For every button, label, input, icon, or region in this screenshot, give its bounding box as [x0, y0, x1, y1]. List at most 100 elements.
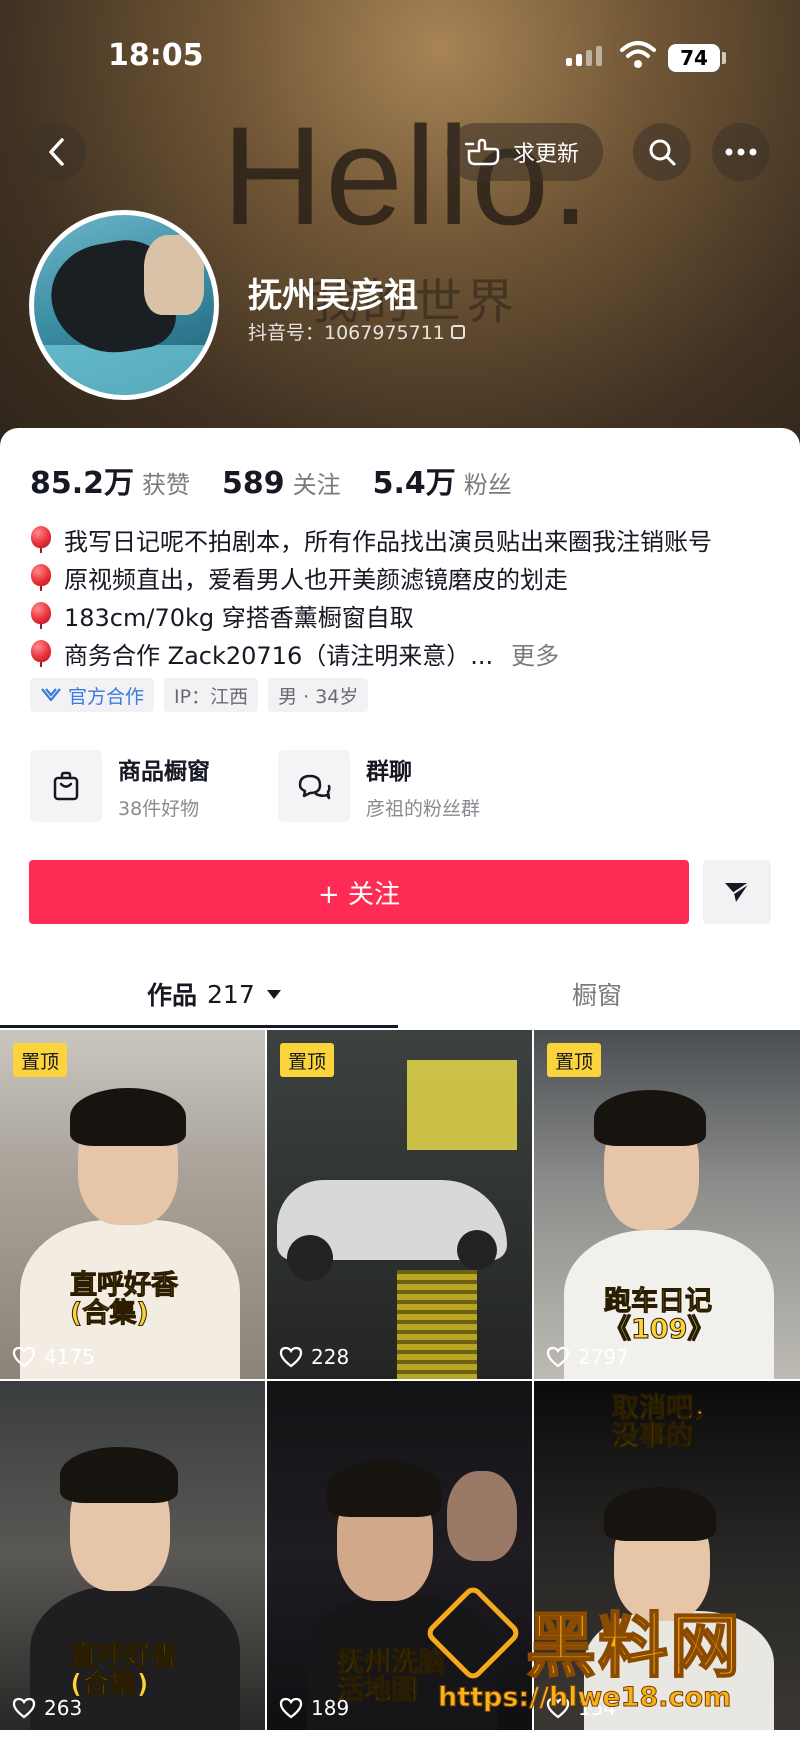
douyin-id[interactable]: 抖音号：1067975711	[248, 318, 465, 345]
stat-label: 关注	[292, 471, 341, 499]
profile-entries: 商品橱窗 38件好物 群聊 彦祖的粉丝群	[30, 750, 490, 822]
chevron-left-icon	[49, 138, 64, 166]
bio-line: 原视频直出，爱看男人也开美颜滤镜磨皮的划走	[30, 558, 770, 596]
battery-tip	[722, 52, 726, 64]
heart-icon	[12, 1697, 36, 1719]
watermark-logo-icon	[423, 1583, 523, 1683]
stat-label: 获赞	[142, 471, 191, 499]
heart-icon	[279, 1346, 303, 1368]
entry-subtitle: 38件好物	[118, 797, 200, 820]
entry-subtitle: 彦祖的粉丝群	[366, 797, 481, 820]
tab-works-count: 217	[207, 979, 255, 1009]
likes-count: 189	[311, 1696, 350, 1720]
heart-icon	[546, 1346, 570, 1368]
heart-icon	[279, 1697, 303, 1719]
bio-line: 183cm/70kg 穿搭香薰橱窗自取	[30, 596, 770, 634]
request-update-label: 求更新	[513, 142, 580, 167]
official-badge-icon	[41, 688, 61, 702]
pinned-badge: 置顶	[547, 1043, 602, 1077]
watermark-url: https://hlwe18.com	[437, 1682, 732, 1714]
content-tabs: 作品 217 橱窗	[0, 964, 800, 1028]
pinned-badge: 置顶	[280, 1043, 335, 1077]
pointing-hand-icon	[465, 138, 500, 166]
send-arrow-icon	[725, 882, 750, 902]
video-thumbnail[interactable]: 跑车日记 《109》 置顶 2797	[534, 1030, 800, 1379]
video-likes: 4175	[12, 1345, 95, 1369]
video-likes: 189	[279, 1696, 349, 1720]
stat-value: 85.2万	[30, 466, 135, 501]
send-message-button[interactable]	[703, 860, 771, 924]
caret-down-icon	[266, 989, 281, 999]
chat-bubbles-icon	[278, 750, 350, 822]
copy-icon[interactable]	[450, 324, 465, 339]
cellular-signal-icon	[566, 46, 602, 66]
tab-works[interactable]: 作品 217	[147, 964, 281, 1024]
video-likes: 2797	[546, 1345, 629, 1369]
video-caption: 直呼好香 (合集)	[70, 1270, 179, 1330]
ip-tag: IP：江西	[164, 678, 259, 712]
video-likes: 263	[12, 1696, 82, 1720]
shop-window-entry[interactable]: 商品橱窗 38件好物	[30, 750, 242, 822]
video-thumbnail[interactable]: 置顶 228	[267, 1030, 532, 1379]
status-bar: 18:05 74	[0, 0, 800, 110]
video-caption: 跑车日记 《109》	[603, 1286, 715, 1346]
request-update-button[interactable]: 求更新	[447, 123, 604, 181]
video-caption: 抚州洗脑 活地图	[337, 1647, 446, 1707]
more-options-button[interactable]	[712, 123, 770, 181]
video-thumbnail[interactable]: 直呼好香 (合集) 263	[0, 1381, 265, 1730]
bio-text: 我写日记呢不拍剧本，所有作品找出演员贴出来圈我注销账号	[64, 527, 712, 556]
video-caption: 取消吧， 没事的	[612, 1393, 721, 1453]
official-tag-label: 官方合作	[68, 685, 145, 708]
official-cooperation-tag[interactable]: 官方合作	[30, 678, 155, 712]
tab-indicator	[0, 1025, 398, 1028]
video-likes: 228	[279, 1345, 349, 1369]
battery-indicator: 74	[668, 44, 720, 72]
bio-text: 183cm/70kg 穿搭香薰橱窗自取	[64, 603, 414, 632]
video-thumbnail[interactable]: 直呼好香 (合集) 置顶 4175	[0, 1030, 265, 1379]
shopping-bag-icon	[30, 750, 102, 822]
wifi-icon	[620, 41, 656, 68]
bio-line: 商务合作 Zack20716（请注明来意）... 更多	[30, 634, 770, 672]
tab-showcase[interactable]: 橱窗	[572, 964, 622, 1024]
nickname: 抚州吴彦祖	[248, 276, 418, 316]
balloon-icon	[30, 640, 52, 667]
bio: 我写日记呢不拍剧本，所有作品找出演员贴出来圈我注销账号 原视频直出，爱看男人也开…	[30, 520, 770, 672]
likes-count: 263	[44, 1696, 83, 1720]
pinned-badge: 置顶	[13, 1043, 68, 1077]
video-caption: 直呼好香 (合集)	[70, 1641, 179, 1701]
stat-followers[interactable]: 5.4万 粉丝	[373, 458, 512, 502]
heart-icon	[12, 1346, 36, 1368]
balloon-icon	[30, 602, 52, 629]
profile-tags: 官方合作 IP：江西 男 · 34岁	[30, 678, 369, 712]
stat-value: 5.4万	[372, 466, 456, 501]
stats-row: 85.2万 获赞 589 关注 5.4万 粉丝	[30, 458, 544, 502]
group-chat-entry[interactable]: 群聊 彦祖的粉丝群	[278, 750, 490, 822]
bio-text: 商务合作 Zack20716（请注明来意）...	[64, 641, 494, 670]
balloon-icon	[30, 526, 52, 553]
douyin-id-text: 抖音号：1067975711	[248, 322, 445, 344]
follow-button[interactable]: + 关注	[29, 860, 689, 924]
tab-works-label: 作品	[147, 981, 198, 1010]
balloon-icon	[30, 564, 52, 591]
profile-screen: Hello. 我的世界 18:05 74 求更新 抚州吴彦祖 抖音号：10679…	[0, 0, 800, 1738]
entry-title: 商品橱窗	[118, 758, 210, 785]
stat-following[interactable]: 589 关注	[222, 465, 341, 501]
likes-count: 4175	[44, 1345, 95, 1369]
likes-count: 2797	[578, 1345, 629, 1369]
avatar[interactable]	[29, 210, 219, 400]
search-button[interactable]	[633, 123, 691, 181]
likes-count: 228	[311, 1345, 350, 1369]
search-icon	[649, 139, 676, 166]
watermark: 黑料网 https://hlwe18.com	[423, 1583, 778, 1730]
bio-more-link[interactable]: 更多	[511, 636, 559, 671]
gender-age-tag: 男 · 34岁	[268, 678, 369, 712]
more-dots-icon	[725, 148, 757, 156]
back-button[interactable]	[28, 123, 86, 181]
bio-text: 原视频直出，爱看男人也开美颜滤镜磨皮的划走	[64, 565, 568, 594]
stat-label: 粉丝	[463, 471, 512, 499]
entry-title: 群聊	[366, 758, 412, 785]
stat-value: 589	[222, 466, 285, 501]
watermark-text: 黑料网	[525, 1604, 742, 1688]
bio-line: 我写日记呢不拍剧本，所有作品找出演员贴出来圈我注销账号	[30, 520, 770, 558]
stat-likes[interactable]: 85.2万 获赞	[30, 458, 190, 502]
